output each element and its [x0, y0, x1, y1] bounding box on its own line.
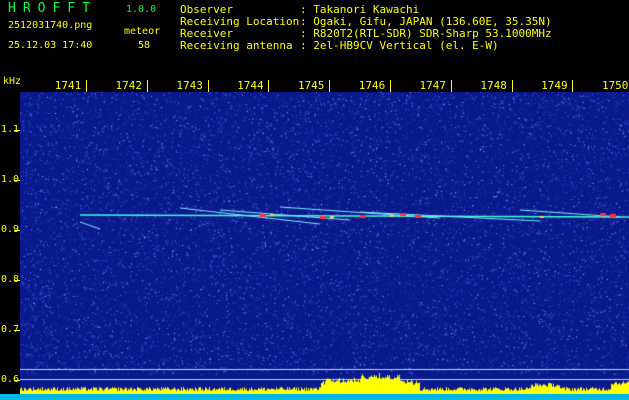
time-tick-mark [450, 80, 452, 92]
receiver-label: Receiver [180, 27, 233, 40]
receiver-value: : R820T2(RTL-SDR) SDR-Sharp 53.1000MHz [300, 27, 552, 40]
location-value: : Ogaki, Gifu, JAPAN (136.60E, 35.35N) [300, 15, 552, 28]
time-tick-label: 1741 [54, 79, 82, 92]
location-label: Receiving Location [180, 15, 300, 28]
antenna-label: Receiving antenna [180, 39, 293, 52]
observer-label: Observer [180, 3, 233, 16]
time-tick-label: 1748 [480, 79, 507, 92]
freq-tick-mark [14, 380, 20, 381]
time-tick-mark [572, 80, 574, 92]
time-tick-label: 1742 [115, 79, 143, 92]
meteor-label: meteor [124, 26, 161, 37]
freq-tick-mark [14, 330, 20, 331]
freq-tick-mark [14, 230, 20, 231]
time-tick-label: 1746 [358, 79, 386, 92]
header-panel: HROFFT 1.0.0 2512031740.png meteor 25.12… [0, 0, 629, 72]
time-tick-mark [329, 80, 331, 92]
time-tick-mark [268, 80, 270, 92]
freq-tick-mark [14, 280, 20, 281]
time-tick-label: 1743 [176, 79, 203, 92]
time-tick-label: 1750 [601, 79, 629, 92]
spectrogram-canvas [20, 92, 629, 394]
observer-value: : Takanori Kawachi [300, 3, 420, 16]
app-name: HROFFT [8, 1, 97, 16]
app-version: 1.0.0 [126, 4, 157, 15]
time-tick-label: 1749 [541, 79, 568, 92]
time-tick-label: 1747 [419, 79, 447, 92]
time-tick-mark [390, 80, 391, 92]
file-name: 2512031740.png [8, 20, 93, 31]
spectrogram-plot [20, 92, 629, 394]
antenna-value: : 2el-HB9CV Vertical (el. E-W) [300, 39, 499, 52]
time-tick-label: 1745 [297, 79, 325, 92]
time-tick-mark [207, 80, 209, 92]
freq-tick-mark [14, 130, 20, 131]
bottom-status-bar [0, 394, 629, 400]
freq-tick-mark [14, 180, 20, 181]
date-time: 25.12.03 17:40 [8, 40, 93, 51]
time-tick-mark [146, 80, 148, 92]
time-axis: 1741 1742 1743 1744 1745 1746 1747 1748 1749 1750 [0, 72, 629, 92]
time-tick-label: 1744 [237, 79, 264, 92]
time-tick-mark [511, 80, 513, 92]
meteor-count: 58 [138, 40, 151, 51]
time-tick-mark [86, 80, 87, 92]
